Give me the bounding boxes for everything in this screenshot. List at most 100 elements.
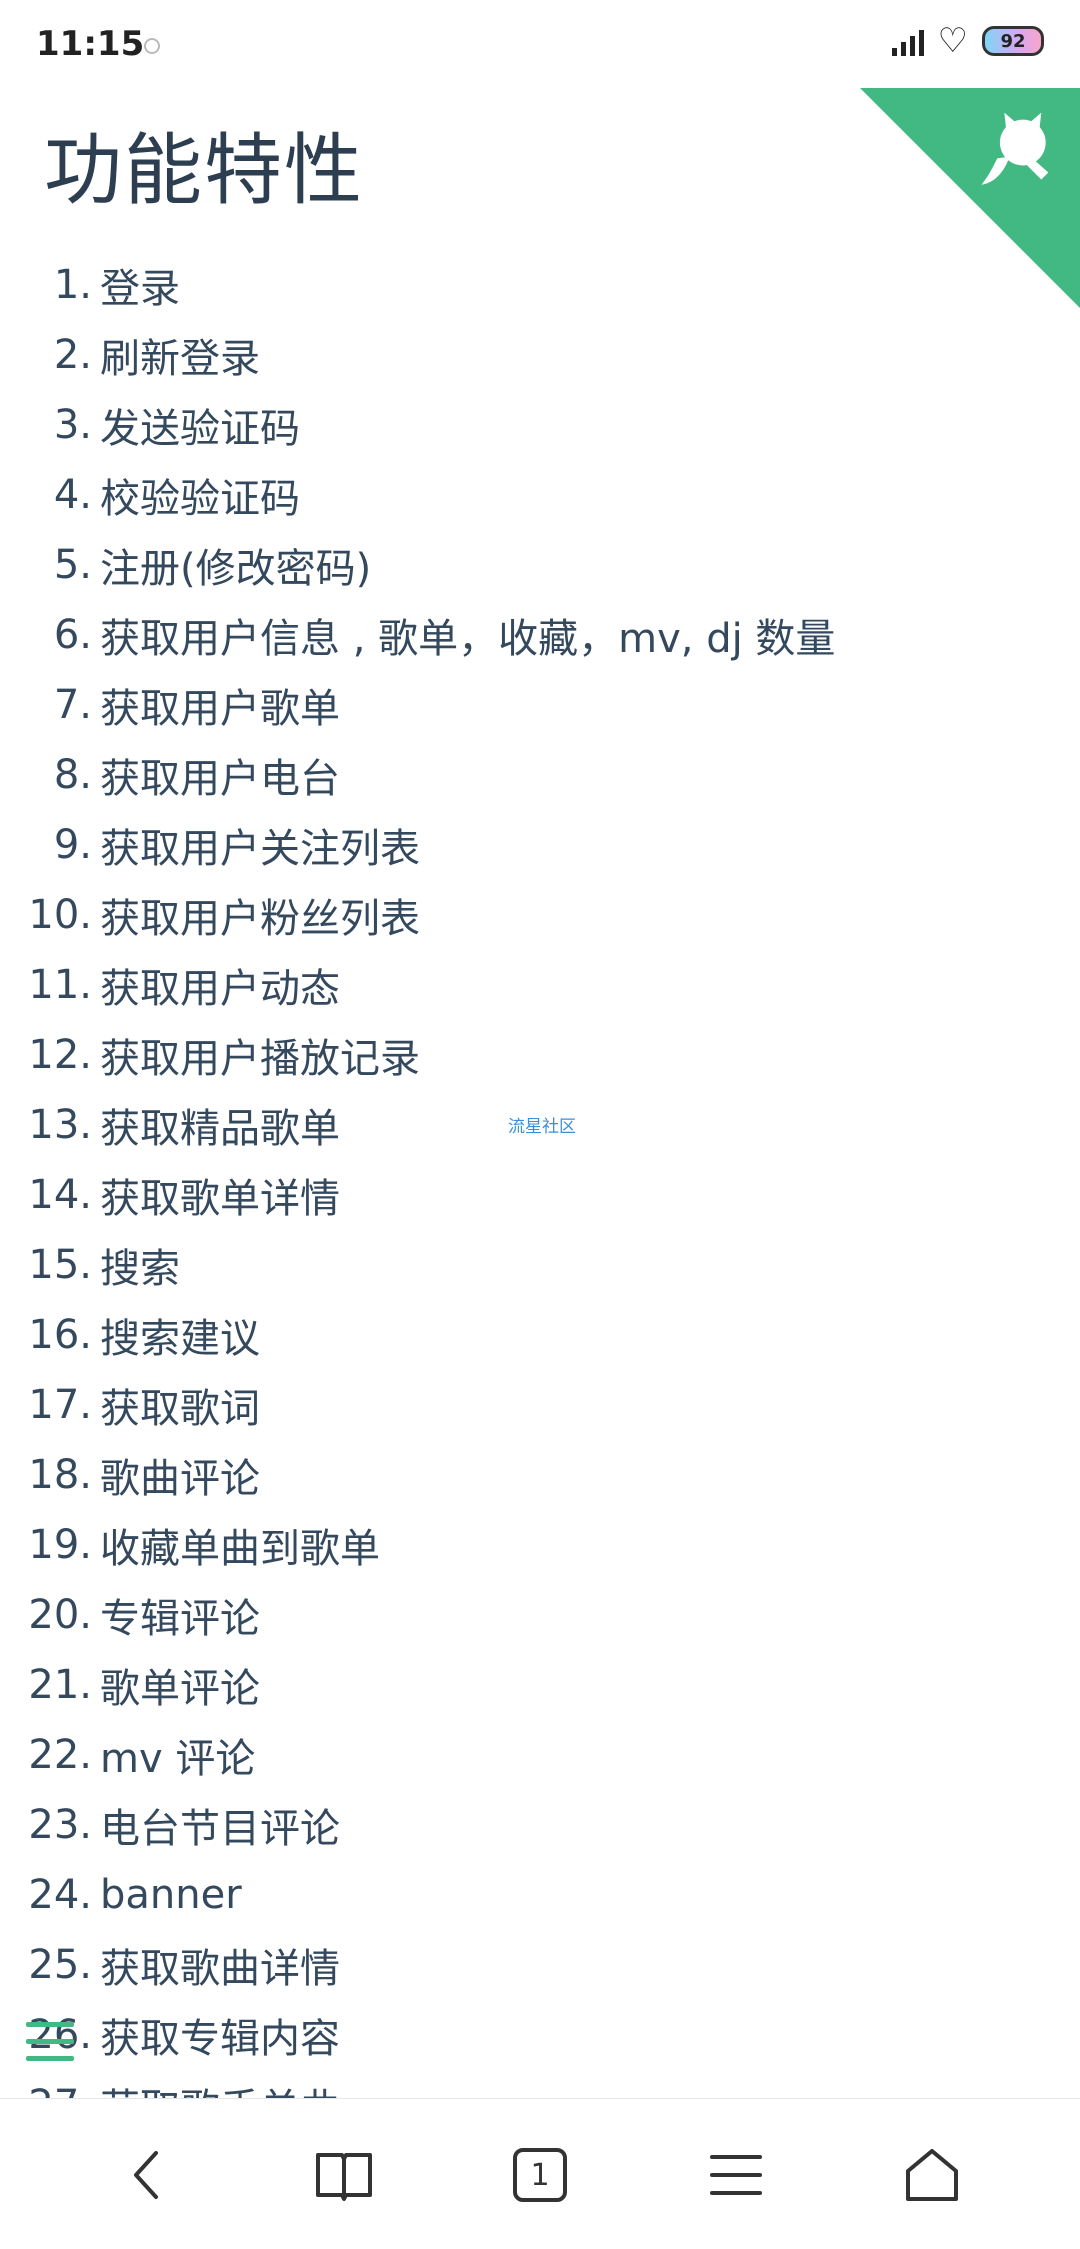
list-item-label: 获取歌手单曲 <box>100 2076 340 2100</box>
list-item[interactable]: 22. mv 评论 <box>0 1720 1080 1790</box>
status-bar: 11:15 ♡ 92 <box>0 0 1080 90</box>
list-item-number: 25. <box>28 1942 92 1988</box>
list-item[interactable]: 10. 获取用户粉丝列表 <box>0 880 1080 950</box>
list-item-label: 收藏单曲到歌单 <box>100 1526 380 1572</box>
list-item-label: 专辑评论 <box>100 1596 260 1642</box>
list-item[interactable]: 4. 校验验证码 <box>0 460 1080 530</box>
status-icons: ♡ 92 <box>891 21 1044 61</box>
list-item-number: 12. <box>28 1032 92 1078</box>
list-item[interactable]: 12. 获取用户播放记录 <box>0 1020 1080 1090</box>
list-item[interactable]: 6. 获取用户信息 , 歌单，收藏，mv, dj 数量 <box>0 600 1080 670</box>
list-item[interactable]: 17. 获取歌词 <box>0 1370 1080 1440</box>
list-item[interactable]: 3. 发送验证码 <box>0 390 1080 460</box>
browser-menu-icon <box>710 2155 762 2195</box>
list-item-label: 获取用户歌单 <box>100 686 340 732</box>
list-item-number: 2. <box>53 332 92 378</box>
list-item-number: 21. <box>28 1662 92 1708</box>
bookmarks-icon <box>316 2153 372 2201</box>
tabs-button[interactable]: 1 <box>500 2135 580 2215</box>
list-item-label: 电台节目评论 <box>100 1806 340 1852</box>
list-item-number: 3. <box>53 402 92 448</box>
list-item-label: 搜索 <box>100 1246 180 1292</box>
list-item-label: 获取用户粉丝列表 <box>100 896 420 942</box>
home-icon <box>906 2149 958 2201</box>
notification-dot-icon <box>144 38 160 54</box>
list-item-number: 14. <box>28 1172 92 1218</box>
list-item-label: 搜索建议 <box>100 1316 260 1362</box>
list-item[interactable]: 18. 歌曲评论 <box>0 1440 1080 1510</box>
list-item[interactable]: 8. 获取用户电台 <box>0 740 1080 810</box>
browser-menu-button[interactable] <box>696 2135 776 2215</box>
list-item-number: 19. <box>28 1522 92 1568</box>
list-item[interactable]: 21. 歌单评论 <box>0 1650 1080 1720</box>
list-item-label: 注册(修改密码) <box>100 546 372 592</box>
tab-count: 1 <box>530 2157 550 2193</box>
battery-icon: 92 <box>982 26 1044 56</box>
list-item-label: 获取用户动态 <box>100 966 340 1012</box>
signal-icon <box>891 26 924 56</box>
list-item-label: 歌曲评论 <box>100 1456 260 1502</box>
list-item-label: 获取歌词 <box>100 1386 260 1432</box>
list-item-label: 获取专辑内容 <box>100 2016 340 2062</box>
list-item-number: 7. <box>53 682 92 728</box>
status-time: 11:15 <box>36 24 145 64</box>
list-item-number: 8. <box>53 752 92 798</box>
list-item-label: 登录 <box>100 266 180 312</box>
list-item-number: 6. <box>53 612 92 658</box>
list-item[interactable]: 19. 收藏单曲到歌单 <box>0 1510 1080 1580</box>
list-item[interactable]: 9. 获取用户关注列表 <box>0 810 1080 880</box>
heart-icon: ♡ <box>937 21 968 61</box>
list-item-number: 23. <box>28 1802 92 1848</box>
list-item-number: 13. <box>28 1102 92 1148</box>
battery-level: 92 <box>1000 30 1026 52</box>
list-item-number: 5. <box>53 542 92 588</box>
list-item-number: 16. <box>28 1312 92 1358</box>
list-item[interactable]: 26. 获取专辑内容 <box>0 2000 1080 2070</box>
list-item[interactable]: 25. 获取歌曲详情 <box>0 1930 1080 2000</box>
list-item-number: 18. <box>28 1452 92 1498</box>
list-item[interactable]: 27.获取歌手单曲 <box>0 2070 1080 2100</box>
list-item-label: 获取歌单详情 <box>100 1176 340 1222</box>
list-item[interactable]: 5. 注册(修改密码) <box>0 530 1080 600</box>
list-item-label: mv 评论 <box>100 1736 256 1782</box>
list-item-number: 9. <box>53 822 92 868</box>
list-item-label: banner <box>100 1872 242 1918</box>
list-item[interactable]: 15. 搜索 <box>0 1230 1080 1300</box>
list-item-number: 10. <box>28 892 92 938</box>
list-item-label: 获取用户关注列表 <box>100 826 420 872</box>
list-item-label: 刷新登录 <box>100 336 260 382</box>
bottom-nav: 1 <box>0 2098 1080 2249</box>
list-item[interactable]: 24. banner <box>0 1860 1080 1930</box>
home-button[interactable] <box>892 2135 972 2215</box>
bookmarks-button[interactable] <box>304 2135 384 2215</box>
list-item[interactable]: 2. 刷新登录 <box>0 320 1080 390</box>
list-item-number: 11. <box>28 962 92 1008</box>
list-item-label: 获取歌曲详情 <box>100 1946 340 1992</box>
list-item-label: 发送验证码 <box>100 406 300 452</box>
list-item[interactable]: 16. 搜索建议 <box>0 1300 1080 1370</box>
back-button[interactable] <box>108 2135 188 2215</box>
list-item-number: 17. <box>28 1382 92 1428</box>
menu-icon[interactable] <box>26 2022 74 2062</box>
feature-list: 1. 登录 2. 刷新登录 3. 发送验证码 4. 校验验证码 5. 注册(修改密码) 6. 获取用户… <box>0 250 1080 2100</box>
list-item-label: 获取精品歌单 <box>100 1106 340 1152</box>
list-item-label: 获取用户播放记录 <box>100 1036 420 1082</box>
list-item-label: 获取用户电台 <box>100 756 340 802</box>
list-item[interactable]: 11. 获取用户动态 <box>0 950 1080 1020</box>
list-item-number: 24. <box>28 1872 92 1918</box>
list-item[interactable]: 23. 电台节目评论 <box>0 1790 1080 1860</box>
list-item-label: 校验验证码 <box>100 476 300 522</box>
back-icon <box>134 2151 158 2199</box>
list-item-number: 20. <box>28 1592 92 1638</box>
list-item-label: 歌单评论 <box>100 1666 260 1712</box>
list-item[interactable]: 7. 获取用户歌单 <box>0 670 1080 740</box>
list-item[interactable]: 20. 专辑评论 <box>0 1580 1080 1650</box>
list-item-label: 获取用户信息 , 歌单，收藏，mv, dj 数量 <box>100 616 836 662</box>
list-item[interactable]: 1. 登录 <box>0 250 1080 320</box>
list-item[interactable]: 14. 获取歌单详情 <box>0 1160 1080 1230</box>
list-item-number: 22. <box>28 1732 92 1778</box>
page-title: 功能特性 <box>44 126 365 216</box>
watermark-text: 流星社区 <box>508 1117 576 1137</box>
list-item-number: 15. <box>28 1242 92 1288</box>
list-item-number: 1. <box>53 262 92 308</box>
